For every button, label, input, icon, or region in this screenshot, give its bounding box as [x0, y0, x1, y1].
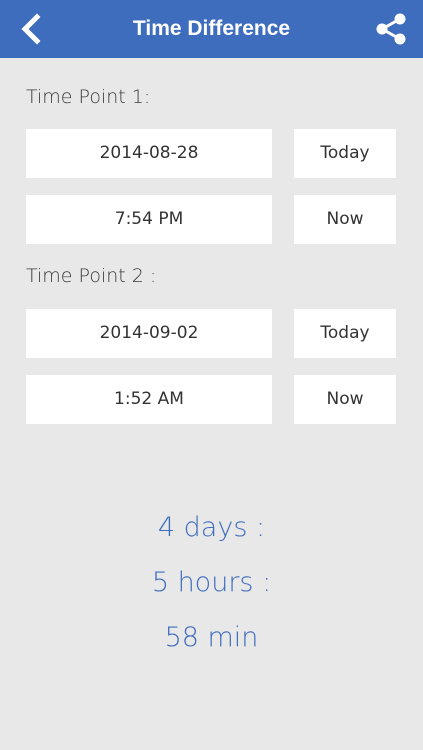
result-minutes: 58 min: [164, 622, 259, 653]
time-point-1-today-button[interactable]: Today: [294, 129, 396, 178]
chevron-left-icon: [21, 13, 41, 45]
result-hours: 5 hours :: [151, 567, 272, 598]
time-point-1-date-field[interactable]: 2014-08-28: [26, 129, 272, 178]
time-point-1-label: Time Point 1:: [26, 86, 151, 108]
time-point-2-time-field[interactable]: 1:52 AM: [26, 375, 272, 424]
time-point-2-now-button[interactable]: Now: [294, 375, 396, 424]
time-point-1-now-button[interactable]: Now: [294, 195, 396, 244]
back-button[interactable]: [16, 13, 48, 45]
time-point-2-today-button[interactable]: Today: [294, 309, 396, 358]
time-point-2-date-field[interactable]: 2014-09-02: [26, 309, 272, 358]
page-title: Time Difference: [132, 17, 291, 40]
navigation-bar: Time Difference: [0, 0, 423, 58]
result-days: 4 days :: [157, 512, 266, 543]
share-button[interactable]: [373, 11, 409, 47]
time-point-2-label: Time Point 2 :: [26, 265, 157, 287]
time-point-1-time-field[interactable]: 7:54 PM: [26, 195, 272, 244]
share-icon: [376, 13, 406, 45]
